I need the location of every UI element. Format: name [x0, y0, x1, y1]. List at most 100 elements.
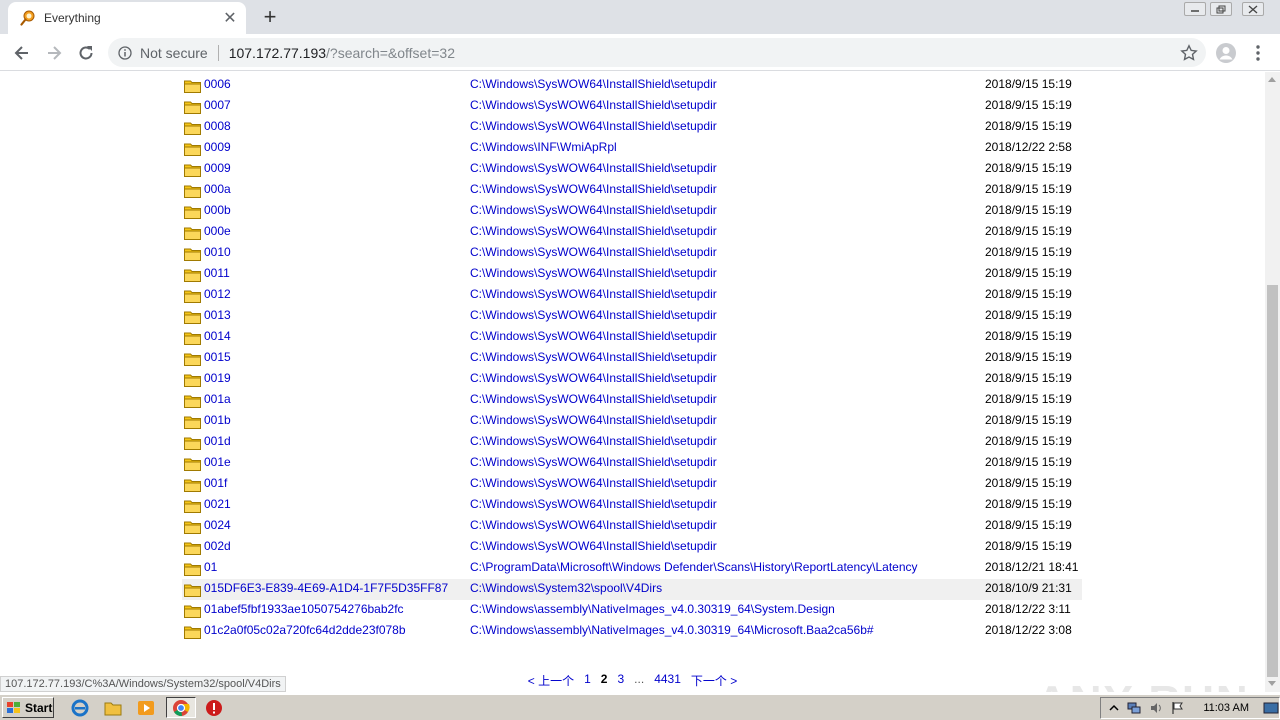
file-path-link[interactable]: C:\Windows\SysWOW64\InstallShield\setupd…: [470, 98, 717, 112]
file-path-link[interactable]: C:\Windows\SysWOW64\InstallShield\setupd…: [470, 392, 717, 406]
last-page-link[interactable]: 4431: [654, 672, 681, 690]
table-row[interactable]: 002d C:\Windows\SysWOW64\InstallShield\se…: [182, 537, 1082, 558]
file-name-link[interactable]: 001b: [204, 413, 231, 427]
file-name-link[interactable]: 0021: [204, 497, 231, 511]
file-path-link[interactable]: C:\Windows\System32\spool\V4Dirs: [470, 581, 662, 595]
table-row[interactable]: 000a C:\Windows\SysWOW64\InstallShield\se…: [182, 180, 1082, 201]
file-name-link[interactable]: 0012: [204, 287, 231, 301]
file-path-link[interactable]: C:\Windows\assembly\NativeImages_v4.0.30…: [470, 602, 835, 616]
file-name-link[interactable]: 0024: [204, 518, 231, 532]
file-path-link[interactable]: C:\Windows\SysWOW64\InstallShield\setupd…: [470, 182, 717, 196]
table-row[interactable]: 0008 C:\Windows\SysWOW64\InstallShield\se…: [182, 117, 1082, 138]
address-bar[interactable]: Not secure 107.172.77.193 /?search=&offs…: [108, 38, 1206, 67]
file-path-link[interactable]: C:\Windows\SysWOW64\InstallShield\setupd…: [470, 119, 717, 133]
new-tab-button[interactable]: +: [256, 4, 284, 29]
file-path-link[interactable]: C:\Windows\SysWOW64\InstallShield\setupd…: [470, 161, 717, 175]
tab-close-icon[interactable]: ✕: [220, 8, 240, 28]
page-link-1[interactable]: 1: [584, 672, 591, 690]
action-center-flag-icon[interactable]: [1171, 701, 1185, 715]
file-path-link[interactable]: C:\Windows\SysWOW64\InstallShield\setupd…: [470, 518, 717, 532]
table-row[interactable]: 001a C:\Windows\SysWOW64\InstallShield\se…: [182, 390, 1082, 411]
minimize-button[interactable]: [1184, 2, 1206, 16]
table-row[interactable]: 0024 C:\Windows\SysWOW64\InstallShield\se…: [182, 516, 1082, 537]
file-path-link[interactable]: C:\Windows\SysWOW64\InstallShield\setupd…: [470, 329, 717, 343]
file-path-link[interactable]: C:\Windows\SysWOW64\InstallShield\setupd…: [470, 413, 717, 427]
menu-button[interactable]: [1244, 39, 1272, 67]
file-path-link[interactable]: C:\Windows\SysWOW64\InstallShield\setupd…: [470, 245, 717, 259]
tab-everything[interactable]: Everything ✕: [8, 2, 246, 34]
file-path-link[interactable]: C:\Windows\SysWOW64\InstallShield\setupd…: [470, 203, 717, 217]
table-row[interactable]: 001d C:\Windows\SysWOW64\InstallShield\se…: [182, 432, 1082, 453]
file-name-link[interactable]: 001f: [204, 476, 227, 490]
file-name-link[interactable]: 01abef5fbf1933ae1050754276bab2fc: [204, 602, 404, 616]
file-name-link[interactable]: 001d: [204, 434, 231, 448]
back-button[interactable]: [8, 39, 36, 67]
file-name-link[interactable]: 0010: [204, 245, 231, 259]
file-name-link[interactable]: 001a: [204, 392, 231, 406]
table-row[interactable]: 0013 C:\Windows\SysWOW64\InstallShield\se…: [182, 306, 1082, 327]
file-name-link[interactable]: 001e: [204, 455, 231, 469]
taskbar-clock[interactable]: 11:03 AM: [1203, 702, 1249, 714]
restore-button[interactable]: [1210, 2, 1232, 16]
forward-button[interactable]: [40, 39, 68, 67]
file-name-link[interactable]: 0013: [204, 308, 231, 322]
file-path-link[interactable]: C:\ProgramData\Microsoft\Windows Defende…: [470, 560, 918, 574]
file-path-link[interactable]: C:\Windows\assembly\NativeImages_v4.0.30…: [470, 623, 874, 637]
info-icon[interactable]: [118, 45, 132, 60]
page-link-3[interactable]: 3: [617, 672, 624, 690]
table-row[interactable]: 01abef5fbf1933ae1050754276bab2fc C:\Windo…: [182, 600, 1082, 621]
table-row[interactable]: 0009 C:\Windows\INF\WmiApRpl 2018/12/22 2:…: [182, 138, 1082, 159]
table-row[interactable]: 0019 C:\Windows\SysWOW64\InstallShield\se…: [182, 369, 1082, 390]
file-path-link[interactable]: C:\Windows\SysWOW64\InstallShield\setupd…: [470, 77, 717, 91]
file-path-link[interactable]: C:\Windows\SysWOW64\InstallShield\setupd…: [470, 476, 717, 490]
file-name-link[interactable]: 0011: [204, 266, 230, 280]
table-row[interactable]: 001b C:\Windows\SysWOW64\InstallShield\se…: [182, 411, 1082, 432]
media-player-icon[interactable]: [136, 698, 156, 718]
table-row[interactable]: 0021 C:\Windows\SysWOW64\InstallShield\se…: [182, 495, 1082, 516]
prev-page-link[interactable]: < 上一个: [528, 672, 574, 690]
network-icon[interactable]: [1127, 701, 1141, 715]
file-name-link[interactable]: 015DF6E3-E839-4E69-A1D4-1F7F5D35FF87: [204, 581, 448, 595]
file-name-link[interactable]: 002d: [204, 539, 231, 553]
file-path-link[interactable]: C:\Windows\SysWOW64\InstallShield\setupd…: [470, 539, 717, 553]
scroll-down-arrow-icon[interactable]: [1268, 681, 1276, 686]
file-name-link[interactable]: 0019: [204, 371, 231, 385]
file-name-link[interactable]: 0009: [204, 161, 231, 175]
file-path-link[interactable]: C:\Windows\SysWOW64\InstallShield\setupd…: [470, 350, 717, 364]
table-row[interactable]: 0011 C:\Windows\SysWOW64\InstallShield\se…: [182, 264, 1082, 285]
table-row[interactable]: 0006 C:\Windows\SysWOW64\InstallShield\se…: [182, 75, 1082, 96]
start-button[interactable]: Start: [2, 697, 54, 718]
file-path-link[interactable]: C:\Windows\SysWOW64\InstallShield\setupd…: [470, 497, 717, 511]
table-row[interactable]: 0007 C:\Windows\SysWOW64\InstallShield\se…: [182, 96, 1082, 117]
file-name-link[interactable]: 0006: [204, 77, 231, 91]
file-path-link[interactable]: C:\Windows\SysWOW64\InstallShield\setupd…: [470, 434, 717, 448]
scrollbar-thumb[interactable]: [1267, 285, 1278, 677]
table-row[interactable]: 0015 C:\Windows\SysWOW64\InstallShield\se…: [182, 348, 1082, 369]
table-row[interactable]: 001e C:\Windows\SysWOW64\InstallShield\se…: [182, 453, 1082, 474]
profile-button[interactable]: [1212, 39, 1240, 67]
file-name-link[interactable]: 000b: [204, 203, 231, 217]
file-path-link[interactable]: C:\Windows\SysWOW64\InstallShield\setupd…: [470, 266, 717, 280]
file-name-link[interactable]: 0007: [204, 98, 231, 112]
file-name-link[interactable]: 0008: [204, 119, 231, 133]
file-explorer-icon[interactable]: [103, 698, 123, 718]
file-name-link[interactable]: 000e: [204, 224, 231, 238]
close-window-button[interactable]: [1242, 2, 1264, 16]
file-path-link[interactable]: C:\Windows\SysWOW64\InstallShield\setupd…: [470, 224, 717, 238]
file-name-link[interactable]: 0009: [204, 140, 231, 154]
file-path-link[interactable]: C:\Windows\SysWOW64\InstallShield\setupd…: [470, 308, 717, 322]
volume-icon[interactable]: [1149, 701, 1163, 715]
table-row[interactable]: 0009 C:\Windows\SysWOW64\InstallShield\se…: [182, 159, 1082, 180]
file-path-link[interactable]: C:\Windows\SysWOW64\InstallShield\setupd…: [470, 455, 717, 469]
file-name-link[interactable]: 0015: [204, 350, 231, 364]
file-name-link[interactable]: 0014: [204, 329, 231, 343]
scroll-up-arrow-icon[interactable]: [1268, 77, 1276, 82]
file-name-link[interactable]: 01c2a0f05c02a720fc64d2dde23f078b: [204, 623, 406, 637]
table-row[interactable]: 000e C:\Windows\SysWOW64\InstallShield\se…: [182, 222, 1082, 243]
file-path-link[interactable]: C:\Windows\SysWOW64\InstallShield\setupd…: [470, 371, 717, 385]
next-page-link[interactable]: 下一个 >: [691, 672, 737, 690]
internet-explorer-icon[interactable]: [70, 698, 90, 718]
chrome-taskbar-button[interactable]: [166, 697, 196, 718]
vertical-scrollbar[interactable]: [1265, 72, 1280, 692]
security-label[interactable]: Not secure: [140, 45, 208, 61]
